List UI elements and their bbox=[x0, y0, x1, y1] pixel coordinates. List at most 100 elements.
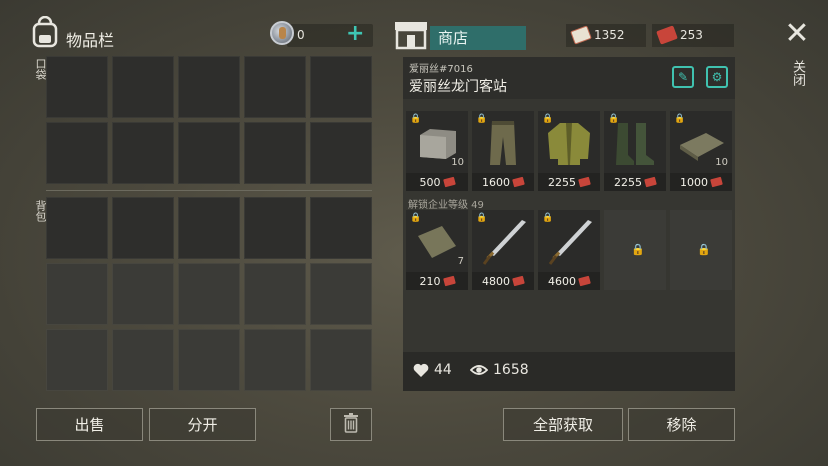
add-coin-button[interactable]: + bbox=[346, 21, 364, 47]
shop-item[interactable]: 🔒 10 500 bbox=[406, 111, 468, 191]
price-value: 500 bbox=[419, 175, 441, 189]
views-count: 1658 bbox=[493, 362, 529, 378]
remove-button[interactable]: 移除 bbox=[628, 408, 735, 441]
tab-shop[interactable]: 商店 bbox=[430, 26, 526, 50]
settings-button[interactable]: ⚙ bbox=[706, 66, 728, 88]
take-all-button[interactable]: 全部获取 bbox=[503, 408, 623, 441]
ticket-icon bbox=[570, 25, 592, 45]
sell-button[interactable]: 出售 bbox=[36, 408, 143, 441]
price-value: 2255 bbox=[548, 175, 576, 189]
pocket-slot[interactable] bbox=[46, 122, 108, 184]
split-button[interactable]: 分开 bbox=[149, 408, 256, 441]
shop-item[interactable]: 🔒 2255 bbox=[604, 111, 666, 191]
red-ticket-icon bbox=[578, 275, 591, 287]
item-price: 4800 bbox=[472, 272, 534, 290]
backpack-slot[interactable] bbox=[310, 263, 372, 325]
red-ticket-icon bbox=[578, 176, 591, 188]
pocket-slot[interactable] bbox=[244, 56, 306, 118]
red-ticket-icon bbox=[644, 176, 657, 188]
pocket-slot[interactable] bbox=[112, 56, 174, 118]
heart-icon[interactable] bbox=[413, 363, 429, 382]
currency-2-value: 253 bbox=[680, 28, 703, 42]
locked-slot: 🔒 bbox=[670, 210, 732, 290]
shop-name: 爱丽丝龙门客站 bbox=[409, 79, 507, 95]
item-price: 210 bbox=[406, 272, 468, 290]
jacket-icon bbox=[544, 119, 594, 167]
eye-icon bbox=[469, 363, 489, 381]
backpack-slot[interactable] bbox=[244, 197, 306, 259]
pants-icon bbox=[478, 119, 528, 167]
price-value: 1600 bbox=[482, 175, 510, 189]
gear-icon: ⚙ bbox=[711, 70, 723, 84]
pocket-slot[interactable] bbox=[178, 122, 240, 184]
price-value: 2255 bbox=[614, 175, 642, 189]
price-value: 210 bbox=[419, 274, 441, 288]
item-price: 1000 bbox=[670, 173, 732, 191]
red-ticket-icon bbox=[442, 275, 456, 287]
close-label[interactable]: 关闭 bbox=[788, 60, 807, 86]
price-value: 4800 bbox=[482, 274, 510, 288]
boots-icon bbox=[610, 119, 660, 167]
trash-icon bbox=[343, 412, 359, 437]
shop-item[interactable]: 🔒 7 210 bbox=[406, 210, 468, 290]
item-price: 2255 bbox=[604, 173, 666, 191]
shop-owner: 爱丽丝#7016 bbox=[409, 64, 473, 75]
backpack-slot[interactable] bbox=[178, 263, 240, 325]
backpack-slot[interactable] bbox=[112, 263, 174, 325]
pocket-slot[interactable] bbox=[244, 122, 306, 184]
sword-icon bbox=[478, 218, 528, 266]
currency-1: 1352 bbox=[566, 24, 646, 47]
shop-icon bbox=[394, 20, 428, 50]
pocket-slot[interactable] bbox=[310, 56, 372, 118]
backpack-slot[interactable] bbox=[46, 263, 108, 325]
currency-1-value: 1352 bbox=[594, 28, 625, 42]
item-price: 2255 bbox=[538, 173, 600, 191]
backpack-slot[interactable] bbox=[178, 197, 240, 259]
pocket-grid bbox=[46, 56, 372, 184]
shop-item[interactable]: 🔒 4800 bbox=[472, 210, 534, 290]
backpack-slot[interactable] bbox=[310, 197, 372, 259]
item-price: 4600 bbox=[538, 272, 600, 290]
section-divider bbox=[46, 190, 372, 191]
backpack-slot[interactable] bbox=[46, 329, 108, 391]
lock-icon: 🔒 bbox=[631, 243, 645, 256]
backpack-grid bbox=[46, 197, 372, 391]
pocket-slot[interactable] bbox=[46, 56, 108, 118]
red-ticket-icon bbox=[442, 176, 456, 188]
shop-item[interactable]: 🔒 1600 bbox=[472, 111, 534, 191]
item-qty: 7 bbox=[457, 256, 464, 267]
unlock-level-label: 解锁企业等级 49 bbox=[408, 200, 484, 211]
coin-value: 0 bbox=[297, 28, 305, 42]
red-ticket-icon bbox=[512, 176, 525, 188]
item-qty: 10 bbox=[715, 157, 728, 168]
edit-button[interactable]: ✎ bbox=[672, 66, 694, 88]
shop-item[interactable]: 🔒 10 1000 bbox=[670, 111, 732, 191]
backpack-slot[interactable] bbox=[112, 197, 174, 259]
backpack-slot[interactable] bbox=[310, 329, 372, 391]
red-ticket-icon bbox=[512, 275, 525, 287]
shop-item[interactable]: 🔒 4600 bbox=[538, 210, 600, 290]
backpack-slot[interactable] bbox=[244, 263, 306, 325]
backpack-slot[interactable] bbox=[178, 329, 240, 391]
inventory-title: 物品栏 bbox=[66, 31, 115, 50]
item-qty: 10 bbox=[451, 157, 464, 168]
coin-icon bbox=[270, 21, 294, 45]
backpack-slot[interactable] bbox=[244, 329, 306, 391]
item-price: 500 bbox=[406, 173, 468, 191]
pocket-slot[interactable] bbox=[310, 122, 372, 184]
likes-count: 44 bbox=[434, 362, 452, 378]
item-price: 1600 bbox=[472, 173, 534, 191]
close-button[interactable]: ✕ bbox=[784, 19, 810, 49]
backpack-slot[interactable] bbox=[46, 197, 108, 259]
pocket-slot[interactable] bbox=[178, 56, 240, 118]
fabric-icon bbox=[412, 218, 462, 266]
shop-item[interactable]: 🔒 2255 bbox=[538, 111, 600, 191]
trash-button[interactable] bbox=[330, 408, 372, 441]
pocket-slot[interactable] bbox=[112, 122, 174, 184]
currency-2: 253 bbox=[652, 24, 734, 47]
red-ticket-icon bbox=[656, 25, 678, 45]
backpack-icon bbox=[30, 15, 60, 48]
backpack-slot[interactable] bbox=[112, 329, 174, 391]
red-ticket-icon bbox=[710, 176, 723, 188]
price-value: 1000 bbox=[680, 175, 708, 189]
